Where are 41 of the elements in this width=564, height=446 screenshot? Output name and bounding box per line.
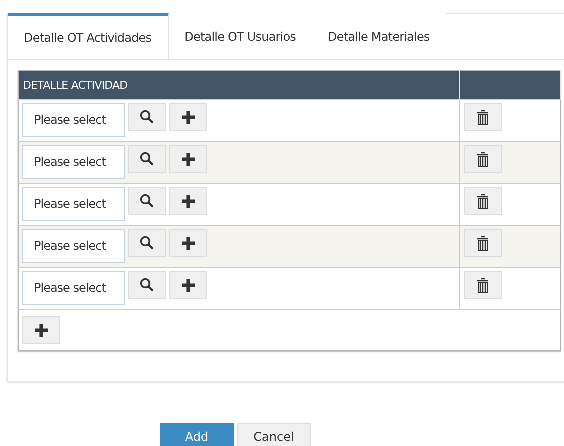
cancel-button[interactable]: Cancel (237, 423, 311, 446)
search-icon (140, 278, 154, 292)
select-field[interactable]: Please select (22, 229, 125, 263)
plus-icon (182, 110, 194, 124)
delete-button[interactable] (464, 145, 502, 173)
search-icon (140, 152, 154, 166)
add-button[interactable] (169, 103, 207, 131)
search-button[interactable] (128, 187, 166, 215)
select-field[interactable]: Please select (22, 271, 125, 305)
plus-icon (182, 236, 194, 250)
delete-button[interactable] (464, 229, 502, 257)
add-button[interactable]: Add (160, 423, 234, 446)
add-row-button[interactable] (22, 316, 60, 344)
search-button[interactable] (128, 145, 166, 173)
add-button[interactable] (169, 229, 207, 257)
column-header: DETALLE ACTIVIDAD (18, 70, 460, 100)
select-field[interactable]: Please select (22, 103, 125, 137)
search-button[interactable] (128, 229, 166, 257)
trash-icon (477, 152, 489, 166)
plus-icon (182, 194, 194, 208)
search-icon (140, 194, 154, 208)
delete-button[interactable] (464, 271, 502, 299)
select-field[interactable]: Please select (22, 187, 125, 221)
search-button[interactable] (128, 103, 166, 131)
plus-icon (182, 152, 194, 166)
delete-button[interactable] (464, 103, 502, 131)
tab[interactable]: Detalle OT Actividades (8, 13, 169, 59)
delete-button[interactable] (464, 187, 502, 215)
add-button[interactable] (169, 187, 207, 215)
trash-icon (477, 278, 489, 292)
search-button[interactable] (128, 271, 166, 299)
plus-icon (34, 324, 48, 336)
select-field[interactable]: Please select (22, 145, 125, 179)
search-icon (140, 236, 154, 250)
trash-icon (477, 194, 489, 208)
plus-icon (182, 278, 194, 292)
add-button[interactable] (169, 271, 207, 299)
add-button[interactable] (169, 145, 207, 173)
search-icon (140, 110, 154, 124)
trash-icon (477, 236, 489, 250)
trash-icon (477, 110, 489, 124)
